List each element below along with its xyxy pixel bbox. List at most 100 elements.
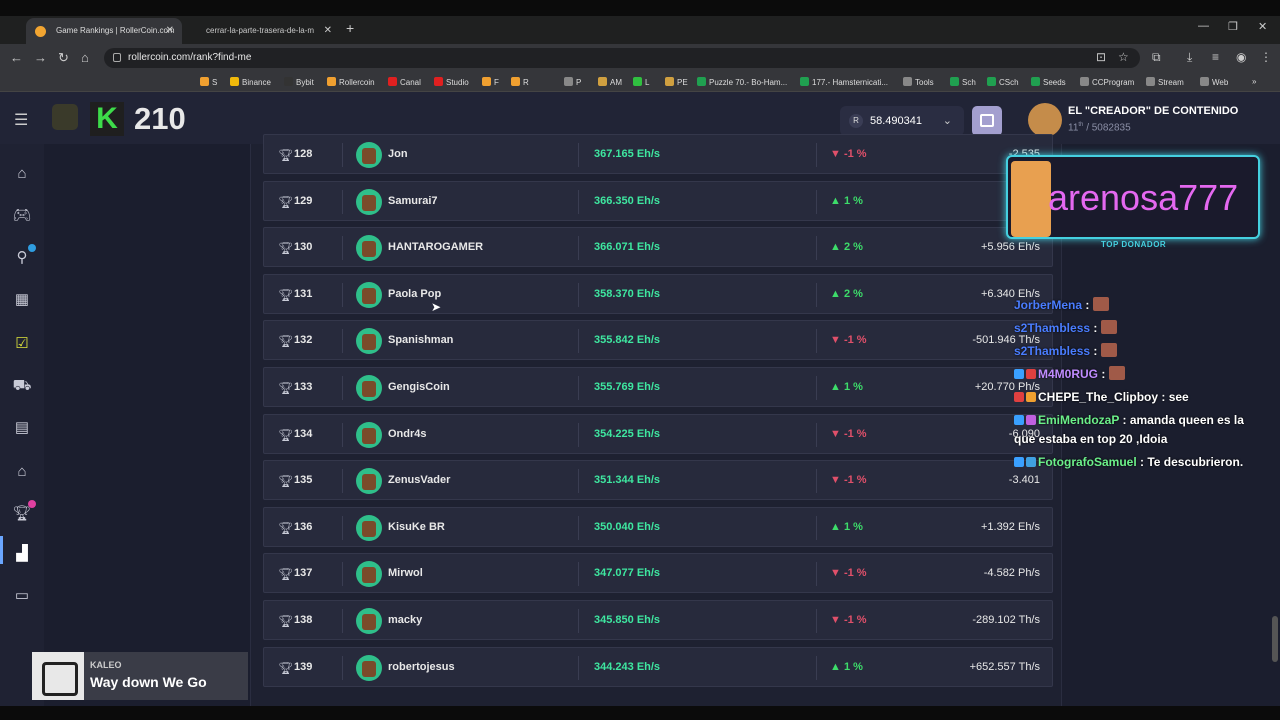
bookmark-item[interactable]: R <box>511 77 529 87</box>
table-row[interactable]: 🏆︎ 139 robertojesus 344.243 Eh/s ▲ 1 % +652.5… <box>263 646 1053 687</box>
player-avatar[interactable] <box>356 608 382 634</box>
player-avatar[interactable] <box>356 328 382 355</box>
bookmark-item[interactable]: F <box>482 77 499 87</box>
home-icon[interactable]: ⌂ <box>81 50 89 65</box>
mining-power: 354.225 Eh/s <box>594 427 661 440</box>
table-row[interactable]: 🏆︎ 130 HANTAROGAMER 366.071 Eh/s ▲ 2 % +5.956… <box>263 227 1053 268</box>
back-icon[interactable]: ← <box>10 50 23 65</box>
player-avatar[interactable] <box>356 281 382 308</box>
extensions-icon[interactable]: ⧉ <box>1152 50 1161 65</box>
bookmark-item[interactable]: Studio <box>434 77 469 87</box>
rewards-icon[interactable]: ⚲ <box>12 244 36 268</box>
player-name[interactable]: Ondr4s <box>388 428 427 440</box>
bookmark-item[interactable]: Rollercoin <box>327 77 375 87</box>
bookmark-item[interactable]: Web <box>1200 77 1228 87</box>
shop-icon[interactable]: ⌂ <box>12 462 32 482</box>
user-avatar[interactable] <box>1028 103 1062 137</box>
player-name[interactable]: robertojesus <box>388 661 455 673</box>
minimize-icon[interactable]: — <box>1198 20 1209 32</box>
player-avatar[interactable] <box>356 468 382 495</box>
scrollbar-thumb[interactable] <box>1272 616 1278 662</box>
install-icon[interactable]: ⊡ <box>1096 50 1106 64</box>
player-name[interactable]: GengisCoin <box>388 381 450 393</box>
bookmark-item[interactable]: Canal <box>388 77 421 87</box>
player-avatar[interactable] <box>356 375 382 401</box>
maximize-icon[interactable]: ❐ <box>1228 20 1238 33</box>
tab-second[interactable]: cerrar-la-parte-trasera-de-la-m ✕ <box>190 18 340 44</box>
table-row[interactable]: 🏆︎ 134 Ondr4s 354.225 Eh/s ▼ -1 % -6.090 <box>263 413 1053 454</box>
player-name[interactable]: Mirwol <box>388 567 423 579</box>
menu-icon[interactable]: ⋮ <box>1260 50 1272 64</box>
player-name[interactable]: ZenusVader <box>388 474 450 486</box>
bookmark-item[interactable]: L <box>633 77 649 87</box>
media-icon[interactable]: ≡ <box>1212 50 1219 64</box>
player-avatar[interactable] <box>52 104 78 130</box>
user-name[interactable]: EL "CREADOR" DE CONTENIDO <box>1068 105 1238 117</box>
gamepad-icon[interactable]: 🎮︎ <box>12 206 32 226</box>
bookmark-item[interactable]: P <box>564 77 581 87</box>
bookmark-item[interactable]: Sch <box>950 77 976 87</box>
tab-rollercoin[interactable]: Game Rankings | RollerCoin.com ✕ <box>26 18 182 44</box>
player-name[interactable]: Jon <box>388 148 408 160</box>
site-info-icon[interactable] <box>113 53 121 62</box>
bookmark-item[interactable]: 177.- Hamsternicati... <box>800 77 888 87</box>
marketplace-icon[interactable]: ▦ <box>12 290 32 310</box>
table-row[interactable]: 🏆︎129Samurai7366.350 Eh/s▲ 1 %+1.82 <box>263 180 1053 221</box>
player-name[interactable]: Spanishman <box>388 334 453 346</box>
bookmark-item[interactable]: Stream <box>1146 77 1184 87</box>
bookmark-item[interactable]: Puzzle 70.- Bo-Ham... <box>697 77 787 87</box>
profile-icon[interactable]: ◉ <box>1236 50 1246 64</box>
close-window-icon[interactable]: ✕ <box>1258 20 1267 33</box>
player-name[interactable]: KisuKe BR <box>388 521 445 533</box>
page-scrollbar[interactable] <box>1272 144 1278 720</box>
leaderboard-icon[interactable]: ▟ <box>12 544 32 564</box>
news-icon[interactable]: ▭ <box>12 586 32 606</box>
storage-icon[interactable]: ▤ <box>12 418 32 438</box>
player-avatar[interactable] <box>356 654 382 681</box>
bookmark-item[interactable]: Seeds <box>1031 77 1066 87</box>
table-row[interactable]: 🏆︎ 137 Mirwol 347.077 Eh/s ▼ -1 % -4.582 Ph/s <box>263 553 1053 594</box>
close-tab-icon[interactable]: ✕ <box>324 18 332 44</box>
player-avatar[interactable] <box>356 142 382 168</box>
reload-icon[interactable]: ↻ <box>58 50 69 66</box>
table-row[interactable]: 🏆︎ 138 macky 345.850 Eh/s ▼ -1 % -289.102 Th/… <box>263 600 1053 640</box>
player-avatar[interactable] <box>356 514 382 541</box>
bookmark-item[interactable]: Binance <box>230 77 271 87</box>
bookmark-star-icon[interactable]: ☆ <box>1118 50 1129 64</box>
download-icon[interactable]: ⤓ <box>1187 50 1192 65</box>
player-name[interactable]: HANTAROGAMER <box>388 241 483 253</box>
bookmark-item[interactable]: CSch <box>987 77 1019 87</box>
player-avatar[interactable] <box>356 561 382 588</box>
url-field[interactable]: rollercoin.com/rank?find-me <box>104 48 1140 68</box>
bookmark-item[interactable]: Bybit <box>284 77 314 87</box>
forward-icon[interactable]: → <box>34 50 47 65</box>
balance-selector[interactable]: R 58.490341 ⌄ <box>840 106 964 136</box>
player-avatar[interactable] <box>356 188 382 215</box>
cart-icon[interactable]: ⛟ <box>12 376 32 396</box>
player-name[interactable]: Samurai7 <box>388 195 438 207</box>
table-row[interactable]: 🏆︎ 132 Spanishman 355.842 Eh/s ▼ -1 % -501.94… <box>263 320 1053 361</box>
tasks-icon[interactable]: ☑ <box>12 334 32 354</box>
trophy-icon[interactable]: 🏆︎ <box>12 500 36 524</box>
table-row[interactable]: 🏆︎ 133 GengisCoin 355.769 Eh/s ▲ 1 % +20.770 … <box>263 367 1053 407</box>
home-icon[interactable]: ⌂ <box>12 164 32 184</box>
more-bookmarks-icon[interactable]: » <box>1252 77 1256 86</box>
wallet-button[interactable] <box>972 106 1002 136</box>
table-row[interactable]: 🏆︎ 131 Paola Pop 358.370 Eh/s ▲ 2 % +6.340 Eh… <box>263 273 1053 314</box>
bookmark-item[interactable]: Tools <box>903 77 934 87</box>
bookmark-item[interactable]: AM <box>598 77 622 87</box>
new-tab-icon[interactable]: + <box>346 20 354 36</box>
bookmark-item[interactable]: S <box>200 77 217 87</box>
player-avatar[interactable] <box>356 421 382 448</box>
table-row[interactable]: 🏆︎ 136 KisuKe BR 350.040 Eh/s ▲ 1 % +1.392 Eh… <box>263 506 1053 547</box>
menu-toggle-icon[interactable]: ☰ <box>14 110 28 130</box>
player-name[interactable]: Paola Pop <box>388 288 441 300</box>
table-row[interactable]: 🏆︎ 128 Jon 367.165 Eh/s ▼ -1 % -2.535 <box>263 134 1053 174</box>
player-avatar[interactable] <box>356 235 382 262</box>
bookmark-item[interactable]: PE <box>665 77 688 87</box>
player-name[interactable]: macky <box>388 614 422 626</box>
close-tab-icon[interactable]: ✕ <box>166 18 174 44</box>
divider <box>816 469 817 494</box>
bookmark-item[interactable]: CCProgram <box>1080 77 1134 87</box>
table-row[interactable]: 🏆︎ 135 ZenusVader 351.344 Eh/s ▼ -1 % -3.401 <box>263 460 1053 501</box>
